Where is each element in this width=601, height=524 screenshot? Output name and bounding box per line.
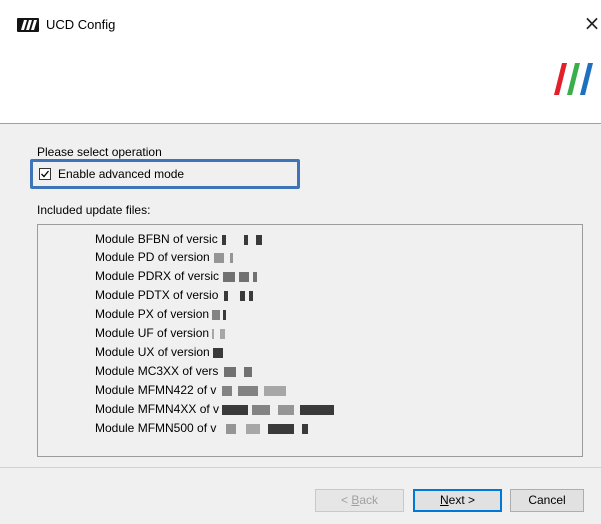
back-button[interactable]: < Back [315,489,404,512]
checkmark-icon [41,170,50,178]
files-label: Included update files: [37,203,151,217]
list-item: Module BFBN of versic [95,232,262,246]
advanced-mode-highlight: Enable advanced mode [30,159,300,189]
list-item: Module MC3XX of vers [95,364,253,378]
list-item: Module UF of version [95,326,226,340]
close-button[interactable]: × [583,12,601,34]
list-item: Module PX of version [95,307,227,321]
footer-separator [0,467,601,468]
list-item: Module MFMN422 of v [95,383,287,397]
title-bar: UCD Config × [0,0,601,50]
list-item: Module PD of version [95,250,233,264]
cancel-button[interactable]: Cancel [510,489,584,512]
operation-label: Please select operation [37,145,162,159]
wizard-content: Please select operation Enable advanced … [0,124,601,464]
advanced-mode-checkbox[interactable] [39,168,51,180]
list-item: Module UX of version [95,345,223,359]
list-item: Module MFMN4XX of v [95,402,335,416]
app-logo-icon [17,18,39,32]
list-item: Module PDRX of versic [95,269,258,283]
update-files-list[interactable]: Module BFBN of versic Module PD of versi… [37,224,583,457]
advanced-mode-label[interactable]: Enable advanced mode [58,167,184,181]
list-item: Module PDTX of versio [95,288,254,302]
brand-logo-icon [554,63,593,95]
next-button[interactable]: Next > [413,489,502,512]
window-title: UCD Config [46,17,116,32]
wizard-header [0,50,601,124]
list-item: Module MFMN500 of v [95,421,309,435]
